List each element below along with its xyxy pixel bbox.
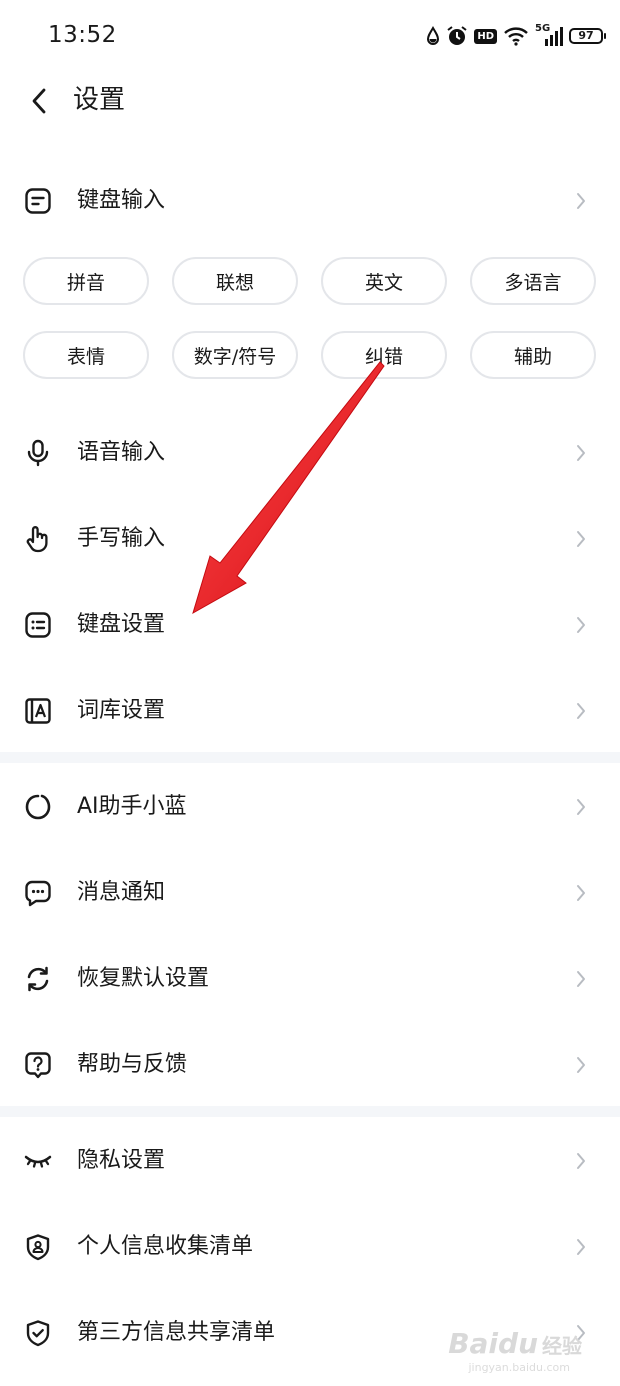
- refresh-icon: [24, 965, 52, 993]
- closed-eye-icon: [24, 1147, 52, 1175]
- alarm-icon: [447, 26, 467, 45]
- chevron-right-icon: [574, 701, 588, 721]
- settings-item-help-feedback[interactable]: 帮助与反馈: [0, 1022, 620, 1108]
- chevron-right-icon: [574, 1151, 588, 1171]
- help-icon: [24, 1051, 52, 1079]
- chevron-right-icon: [574, 191, 588, 211]
- chip-association[interactable]: 联想: [172, 257, 298, 305]
- chevron-right-icon: [574, 797, 588, 817]
- settings-item-ai-assistant[interactable]: AI助手小蓝: [0, 764, 620, 850]
- hd-icon: HD: [474, 28, 497, 44]
- chevron-right-icon: [574, 615, 588, 635]
- shield-user-icon: [24, 1233, 52, 1261]
- settings-item-keyboard-input[interactable]: 键盘输入: [0, 158, 620, 244]
- section-divider: [0, 1106, 620, 1117]
- settings-item-restore-defaults[interactable]: 恢复默认设置: [0, 936, 620, 1022]
- chip-assist[interactable]: 辅助: [470, 331, 596, 379]
- battery-level: 97: [569, 28, 603, 44]
- status-time: 13:52: [48, 22, 117, 48]
- chip-correction[interactable]: 纠错: [321, 331, 447, 379]
- chevron-left-icon: [32, 88, 46, 114]
- settings-item-label: 键盘设置: [77, 612, 166, 637]
- water-drop-icon: [427, 26, 440, 45]
- header: 设置: [0, 76, 620, 126]
- chevron-right-icon: [574, 1237, 588, 1257]
- watermark-url: jingyan.baidu.com: [468, 1361, 570, 1374]
- signal-icon: [545, 27, 563, 46]
- wifi-icon: [504, 27, 528, 46]
- settings-item-voice-input[interactable]: 语音输入: [0, 410, 620, 496]
- settings-item-label: 个人信息收集清单: [77, 1234, 254, 1259]
- chip-emoji[interactable]: 表情: [23, 331, 149, 379]
- status-icons: HD 5G 97: [426, 23, 606, 47]
- settings-item-label: 词库设置: [77, 698, 166, 723]
- settings-item-label: 语音输入: [77, 440, 166, 465]
- chip-pinyin[interactable]: 拼音: [23, 257, 149, 305]
- chevron-right-icon: [574, 883, 588, 903]
- keyboard-icon: [24, 611, 52, 639]
- settings-item-label: 第三方信息共享清单: [77, 1320, 276, 1345]
- settings-item-notifications[interactable]: 消息通知: [0, 850, 620, 936]
- settings-item-privacy[interactable]: 隐私设置: [0, 1118, 620, 1204]
- message-icon: [24, 879, 52, 907]
- hand-pointer-icon: [24, 525, 52, 553]
- settings-item-personal-info-list[interactable]: 个人信息收集清单: [0, 1204, 620, 1290]
- battery-icon: 97: [569, 28, 606, 44]
- status-bar: 13:52 HD 5G 97: [0, 0, 620, 76]
- signal-network: 5G: [535, 23, 563, 47]
- settings-item-label: AI助手小蓝: [77, 794, 187, 819]
- settings-item-label: 手写输入: [77, 526, 166, 551]
- dictionary-icon: [24, 697, 52, 725]
- watermark-brand: Baidu: [448, 1327, 538, 1360]
- back-button[interactable]: [24, 86, 54, 116]
- section-divider: [0, 752, 620, 763]
- chevron-right-icon: [574, 969, 588, 989]
- settings-item-label: 帮助与反馈: [77, 1052, 188, 1077]
- chip-english[interactable]: 英文: [321, 257, 447, 305]
- page-title: 设置: [73, 85, 126, 115]
- settings-item-label: 键盘输入: [77, 188, 166, 213]
- settings-item-dictionary-settings[interactable]: 词库设置: [0, 668, 620, 754]
- settings-item-label: 恢复默认设置: [77, 966, 210, 991]
- chevron-right-icon: [574, 529, 588, 549]
- microphone-icon: [24, 439, 52, 467]
- settings-item-label: 消息通知: [77, 880, 166, 905]
- watermark-cn: 经验: [542, 1334, 582, 1358]
- settings-item-keyboard-settings[interactable]: 键盘设置: [0, 582, 620, 668]
- chevron-right-icon: [574, 443, 588, 463]
- baidu-watermark: Baidu 经验: [448, 1327, 582, 1360]
- chip-multilanguage[interactable]: 多语言: [470, 257, 596, 305]
- ai-assistant-icon: [24, 793, 52, 821]
- settings-item-label: 隐私设置: [77, 1148, 166, 1173]
- keyboard-input-icon: [24, 187, 52, 215]
- chevron-right-icon: [574, 1055, 588, 1075]
- chip-numbers-symbols[interactable]: 数字/符号: [172, 331, 298, 379]
- shield-check-icon: [24, 1319, 52, 1347]
- settings-item-handwriting-input[interactable]: 手写输入: [0, 496, 620, 582]
